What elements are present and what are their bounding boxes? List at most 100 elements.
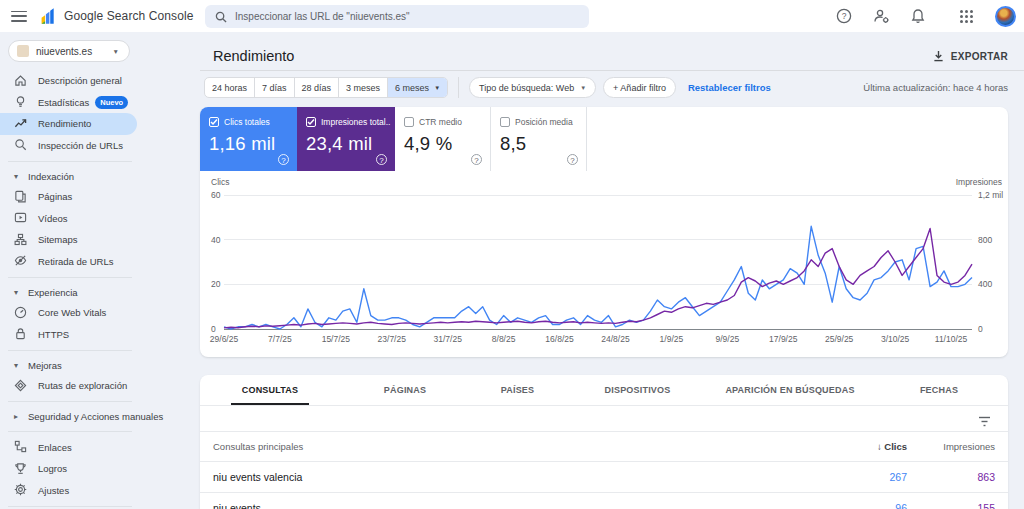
search-icon xyxy=(215,11,227,23)
query-cell[interactable]: niu events xyxy=(213,502,827,509)
help-icon[interactable]: ? xyxy=(836,8,852,24)
sidebar-item-rendimiento[interactable]: Rendimiento xyxy=(0,113,137,135)
main-content: Rendimiento EXPORTAR 24 horas7 días28 dí… xyxy=(200,32,1024,509)
sidebar-item-retirada-de-urls[interactable]: Retirada de URLs xyxy=(0,251,137,273)
checkbox-checked-icon[interactable] xyxy=(209,117,219,127)
table-row[interactable]: niu events valencia267863 xyxy=(200,462,1008,493)
tab-p-ginas[interactable]: PÁGINAS xyxy=(340,375,470,405)
col-queries[interactable]: Consultas principales xyxy=(213,441,827,452)
caret-down-icon: ▾ xyxy=(14,172,24,181)
range-chip-28-d-as[interactable]: 28 días xyxy=(295,78,340,97)
sidebar-item-ajustes[interactable]: Ajustes xyxy=(0,480,137,502)
sidebar-section-mejoras[interactable]: ▾Mejoras xyxy=(0,355,200,375)
col-impressions[interactable]: Impresiones xyxy=(907,441,995,452)
eye-off-icon xyxy=(14,254,28,268)
sidebar-item-logros[interactable]: Logros xyxy=(0,458,137,480)
links-icon xyxy=(14,440,28,454)
export-button[interactable]: EXPORTAR xyxy=(933,50,1008,62)
range-chip-24-horas[interactable]: 24 horas xyxy=(205,78,255,97)
performance-panel: Clics totales1,16 mil?Impresiones total.… xyxy=(200,107,1008,357)
bulb-icon xyxy=(14,95,28,109)
add-filter-button[interactable]: + Añadir filtro xyxy=(603,77,676,98)
svg-text:15/7/25: 15/7/25 xyxy=(322,334,351,344)
sidebar-item-v-deos[interactable]: Vídeos xyxy=(0,208,137,230)
sidebar-item-https[interactable]: HTTPS xyxy=(0,324,137,346)
home-icon xyxy=(14,74,28,88)
svg-text:9/9/25: 9/9/25 xyxy=(716,334,740,344)
caret-down-icon: ▾ xyxy=(14,288,24,297)
metric-card-posici-n-media[interactable]: Posición media8,5? xyxy=(491,107,587,171)
col-clicks[interactable]: ↓ Clics xyxy=(827,441,907,452)
property-favicon xyxy=(17,45,29,57)
gauge-icon xyxy=(14,306,28,320)
notifications-icon[interactable] xyxy=(911,8,925,24)
page-title: Rendimiento xyxy=(213,48,294,64)
impressions-cell: 155 xyxy=(907,502,995,509)
sidebar-item-p-ginas[interactable]: Páginas xyxy=(0,186,137,208)
tab-fechas[interactable]: FECHAS xyxy=(870,375,1008,405)
range-chip-7-d-as[interactable]: 7 días xyxy=(255,78,295,97)
sitemap-icon xyxy=(14,233,28,247)
menu-icon[interactable] xyxy=(11,11,27,22)
table-row[interactable]: niu events96155 xyxy=(200,493,1008,509)
sidebar-item-inspecci-n-de-urls[interactable]: Inspección de URLs xyxy=(0,135,137,157)
help-circle-icon[interactable]: ? xyxy=(278,154,289,165)
tab-consultas[interactable]: CONSULTAS xyxy=(200,375,340,405)
caret-right-icon: ▸ xyxy=(14,412,24,421)
query-cell[interactable]: niu events valencia xyxy=(213,471,827,483)
checkbox-unchecked-icon[interactable] xyxy=(500,117,510,127)
download-icon xyxy=(933,50,944,62)
checkbox-unchecked-icon[interactable] xyxy=(404,117,414,127)
help-circle-icon[interactable]: ? xyxy=(471,154,482,165)
sidebar-section-experiencia[interactable]: ▾Experiencia xyxy=(0,282,200,302)
sidebar-item-estad-sticas[interactable]: EstadísticasNuevo xyxy=(0,92,137,114)
sidebar-divider xyxy=(8,401,132,402)
help-circle-icon[interactable]: ? xyxy=(376,154,387,165)
trophy-icon xyxy=(14,462,28,476)
sidebar-divider xyxy=(8,431,132,432)
gear-icon xyxy=(14,483,28,497)
range-chip-3-meses[interactable]: 3 meses xyxy=(339,78,388,97)
tab-dispositivos[interactable]: DISPOSITIVOS xyxy=(565,375,710,405)
checkbox-checked-icon[interactable] xyxy=(306,117,316,127)
apps-grid-icon[interactable] xyxy=(960,9,974,23)
property-selector[interactable]: niuevents.es ▼ xyxy=(8,40,130,62)
range-chip-6-meses[interactable]: 6 meses▼ xyxy=(388,78,447,97)
url-inspect-search[interactable]: Inspeccionar las URL de "niuevents.es" xyxy=(205,5,589,28)
svg-text:?: ? xyxy=(842,11,847,21)
tab-aparici-n-en-b-squedas[interactable]: APARICIÓN EN BÚSQUEDAS xyxy=(710,375,870,405)
last-update-text: Última actualización: hace 4 horas xyxy=(863,82,1008,93)
chevron-down-icon: ▼ xyxy=(434,85,440,91)
sidebar-section-indexaci-n[interactable]: ▾Indexación xyxy=(0,166,200,186)
sidebar-item-rutas-de-exploraci-n[interactable]: Rutas de exploración xyxy=(0,375,137,397)
metric-card-ctr-medio[interactable]: CTR medio4,9 %? xyxy=(395,107,491,171)
sidebar-divider xyxy=(8,350,132,351)
date-range-group: 24 horas7 días28 días3 meses6 meses▼ xyxy=(204,77,448,98)
sidebar: niuevents.es ▼ Descripción generalEstadí… xyxy=(0,32,200,509)
performance-chart[interactable]: 002040040800601,2 milClicsImpresiones29/… xyxy=(200,171,1008,357)
app-title: Google Search Console xyxy=(64,9,194,23)
search-type-filter[interactable]: Tipo de búsqueda: Web▼ xyxy=(469,77,596,98)
sidebar-item-enlaces[interactable]: Enlaces xyxy=(0,437,137,459)
sidebar-item-descripci-n-general[interactable]: Descripción general xyxy=(0,70,137,92)
help-circle-icon[interactable]: ? xyxy=(567,154,578,165)
sidebar-item-core-web-vitals[interactable]: Core Web Vitals xyxy=(0,302,137,324)
impressions-cell: 863 xyxy=(907,471,995,483)
reset-filters-link[interactable]: Restablecer filtros xyxy=(688,82,771,93)
svg-text:0: 0 xyxy=(978,324,983,334)
metric-card-clics-totales[interactable]: Clics totales1,16 mil? xyxy=(200,107,297,171)
svg-text:16/8/25: 16/8/25 xyxy=(545,334,574,344)
svg-text:29/6/25: 29/6/25 xyxy=(210,334,239,344)
manage-accounts-icon[interactable] xyxy=(873,8,890,24)
new-badge: Nuevo xyxy=(95,96,128,109)
svg-text:60: 60 xyxy=(211,190,221,200)
svg-text:31/7/25: 31/7/25 xyxy=(434,334,463,344)
sidebar-item-sitemaps[interactable]: Sitemaps xyxy=(0,229,137,251)
avatar[interactable] xyxy=(995,6,1016,27)
sidebar-section-seguridad-y-acciones-manuales[interactable]: ▸Seguridad y Acciones manuales xyxy=(0,407,200,427)
tab-pa-ses[interactable]: PAÍSES xyxy=(470,375,565,405)
chevron-down-icon: ▼ xyxy=(113,48,119,55)
svg-text:1,2 mil: 1,2 mil xyxy=(978,190,1003,200)
metric-card-impresiones-total-[interactable]: Impresiones total..23,4 mil? xyxy=(297,107,395,171)
table-filter-icon[interactable] xyxy=(978,413,991,431)
